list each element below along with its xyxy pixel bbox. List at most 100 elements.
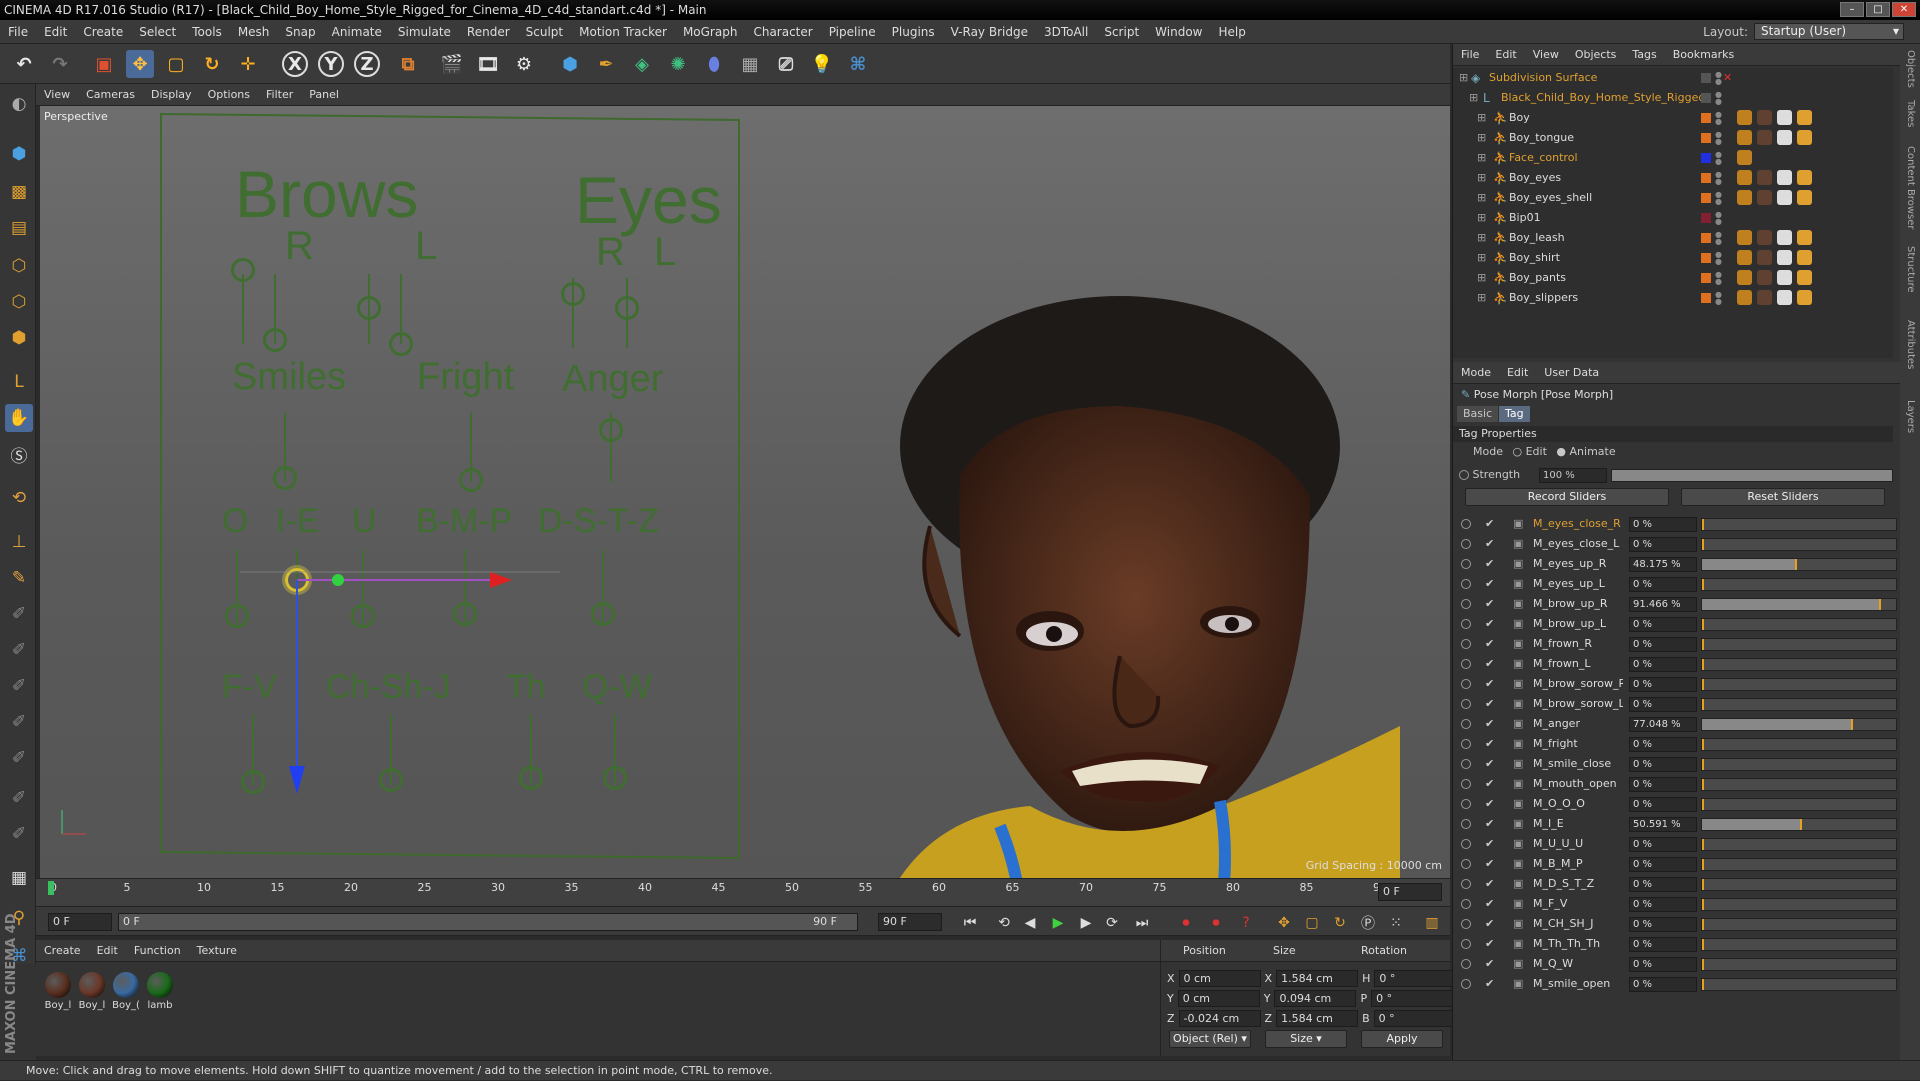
morph-value-field[interactable]: 0 %	[1629, 697, 1697, 712]
menu-v-ray-bridge[interactable]: V-Ray Bridge	[943, 25, 1036, 39]
reset-sliders-button[interactable]: Reset Sliders	[1681, 488, 1885, 506]
deformer-icon[interactable]: ⬮	[700, 50, 728, 78]
viewport-menu-filter[interactable]: Filter	[258, 88, 301, 101]
mode-animate-radio[interactable]: ● Animate	[1556, 445, 1615, 458]
slider-knob-eye-r[interactable]	[561, 282, 585, 306]
menu-motion-tracker[interactable]: Motion Tracker	[571, 25, 675, 39]
coord-field-rot[interactable]: 0 °	[1373, 1010, 1456, 1027]
visibility-dots[interactable]: ● ●	[1715, 171, 1722, 186]
end-frame-field[interactable]: 90 F	[878, 913, 942, 931]
morph-enable-checkbox[interactable]: ✔	[1485, 974, 1494, 994]
morph-value-field[interactable]: 0 %	[1629, 837, 1697, 852]
render-settings-icon[interactable]: ⚙	[510, 50, 538, 78]
morph-animate-icon[interactable]	[1461, 679, 1471, 689]
object-tag-icon[interactable]	[1797, 270, 1812, 285]
object-tag-icon[interactable]	[1757, 190, 1772, 205]
morph-slider[interactable]	[1701, 858, 1897, 871]
morph-animate-icon[interactable]	[1461, 739, 1471, 749]
object-menu-file[interactable]: File	[1453, 48, 1487, 61]
morph-slider[interactable]	[1701, 878, 1897, 891]
menu-sculpt[interactable]: Sculpt	[518, 25, 571, 39]
visibility-dots[interactable]: ● ●	[1715, 111, 1722, 126]
morph-animate-icon[interactable]	[1461, 919, 1471, 929]
side-tab-content-browser[interactable]: Content Browser	[1905, 146, 1916, 229]
object-row[interactable]: ⊞ ⛹ Boy_shirt ● ●	[1453, 248, 1893, 268]
morph-slider[interactable]	[1701, 658, 1897, 671]
morph-animate-icon[interactable]	[1461, 839, 1471, 849]
menu-script[interactable]: Script	[1096, 25, 1147, 39]
viewport-menu-cameras[interactable]: Cameras	[78, 88, 143, 101]
pen-spline-icon[interactable]: ✒	[592, 50, 620, 78]
morph-slider[interactable]	[1701, 918, 1897, 931]
object-row[interactable]: ⊞ ⛹ Face_control ● ●	[1453, 148, 1893, 168]
material-swatch[interactable]: Boy_l	[78, 972, 106, 1011]
morph-value-field[interactable]: 0 %	[1629, 877, 1697, 892]
menu-mesh[interactable]: Mesh	[230, 25, 278, 39]
paint-icon-7[interactable]: ✐	[5, 820, 33, 848]
morph-animate-icon[interactable]	[1461, 779, 1471, 789]
key-scale-icon[interactable]: ▢	[1302, 913, 1322, 933]
menu-animate[interactable]: Animate	[324, 25, 390, 39]
paint-icon-6[interactable]: ✐	[5, 784, 33, 812]
coord-field-size[interactable]: 0.094 cm	[1274, 990, 1357, 1007]
paint-icon-1[interactable]: ✐	[5, 600, 33, 628]
morph-slider[interactable]	[1701, 638, 1897, 651]
object-row[interactable]: ⊞ ⛹ Boy_slippers ● ●	[1453, 288, 1893, 308]
menu-snap[interactable]: Snap	[277, 25, 323, 39]
paint-icon-4[interactable]: ✐	[5, 708, 33, 736]
material-menu-create[interactable]: Create	[36, 944, 89, 957]
visibility-dots[interactable]: ● ●	[1715, 71, 1722, 86]
object-row[interactable]: ⊞ ⛹ Boy ● ●	[1453, 108, 1893, 128]
morph-slider[interactable]	[1701, 558, 1897, 571]
object-tag-icon[interactable]	[1757, 230, 1772, 245]
object-tag-icon[interactable]	[1777, 230, 1792, 245]
paint-icon-2[interactable]: ✐	[5, 636, 33, 664]
morph-value-field[interactable]: 0 %	[1629, 577, 1697, 592]
morph-slider[interactable]	[1701, 698, 1897, 711]
morph-slider[interactable]	[1701, 958, 1897, 971]
morph-animate-icon[interactable]	[1461, 699, 1471, 709]
make-editable-icon[interactable]: ◐	[5, 90, 33, 118]
y-axis-lock-button[interactable]: Y	[318, 51, 344, 77]
viewport-menu-display[interactable]: Display	[143, 88, 200, 101]
morph-enable-checkbox[interactable]: ✔	[1485, 814, 1494, 834]
slider-knob-qw[interactable]	[603, 766, 627, 790]
menu-select[interactable]: Select	[131, 25, 184, 39]
morph-enable-checkbox[interactable]: ✔	[1485, 954, 1494, 974]
object-tag-icon[interactable]	[1737, 150, 1752, 165]
tab-basic[interactable]: Basic	[1457, 406, 1499, 422]
morph-enable-checkbox[interactable]: ✔	[1485, 834, 1494, 854]
morph-enable-checkbox[interactable]: ✔	[1485, 594, 1494, 614]
morph-animate-icon[interactable]	[1461, 939, 1471, 949]
recent-tool-icon[interactable]: ✛	[234, 50, 262, 78]
key-pla-icon[interactable]: ⁙	[1386, 913, 1406, 933]
previous-key-icon[interactable]: ⟲	[994, 913, 1014, 933]
object-tag-icon[interactable]	[1777, 270, 1792, 285]
side-tab-takes[interactable]: Takes	[1905, 100, 1916, 127]
model-mode-icon[interactable]: ⬢	[5, 140, 33, 168]
autokey-icon[interactable]: ⏺	[1206, 913, 1226, 933]
morph-enable-checkbox[interactable]: ✔	[1485, 894, 1494, 914]
object-tag-icon[interactable]	[1777, 190, 1792, 205]
timeline-ruler[interactable]: 0510152025303540455055606570758085900 F	[36, 878, 1450, 906]
slider-knob-brow-r1[interactable]	[231, 258, 255, 282]
morph-enable-checkbox[interactable]: ✔	[1485, 874, 1494, 894]
morph-animate-icon[interactable]	[1461, 879, 1471, 889]
size-mode-dropdown[interactable]: Size ▾	[1265, 1030, 1347, 1048]
python-icon[interactable]: ⌘	[844, 50, 872, 78]
visibility-dots[interactable]: ● ●	[1715, 291, 1722, 306]
morph-value-field[interactable]: 0 %	[1629, 617, 1697, 632]
coord-field-size[interactable]: 1.584 cm	[1276, 970, 1359, 987]
object-tag-icon[interactable]	[1737, 110, 1752, 125]
workplane-mode-icon[interactable]: ▤	[5, 214, 33, 242]
menu-simulate[interactable]: Simulate	[390, 25, 459, 39]
morph-enable-checkbox[interactable]: ✔	[1485, 794, 1494, 814]
morph-animate-icon[interactable]	[1461, 639, 1471, 649]
visibility-dots[interactable]: ● ●	[1715, 131, 1722, 146]
record-keys-icon[interactable]: ⏺	[1176, 913, 1196, 933]
morph-animate-icon[interactable]	[1461, 859, 1471, 869]
tab-tag[interactable]: Tag	[1499, 406, 1530, 422]
object-menu-view[interactable]: View	[1525, 48, 1567, 61]
cloner-icon[interactable]: ✺	[664, 50, 692, 78]
morph-slider[interactable]	[1701, 618, 1897, 631]
